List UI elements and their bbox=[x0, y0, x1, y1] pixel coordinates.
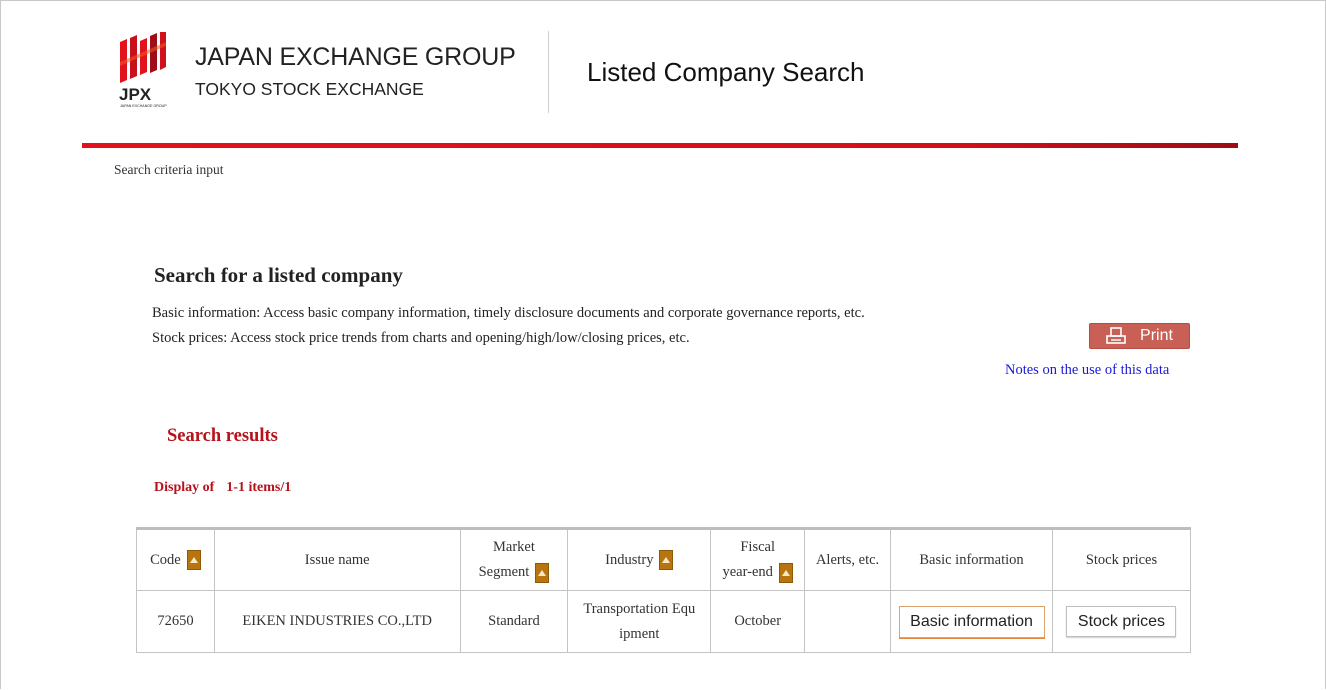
group-name: JAPAN EXCHANGE GROUP bbox=[195, 43, 516, 71]
cell-fiscal-year-end: October bbox=[710, 590, 806, 653]
col-header-fiscal-year-end: Fiscal year-end bbox=[710, 528, 806, 591]
stock-prices-description: Stock prices: Access stock price trends … bbox=[152, 330, 690, 346]
sort-code-icon[interactable] bbox=[186, 550, 201, 571]
notes-link[interactable]: Notes on the use of this data bbox=[1005, 362, 1169, 379]
cell-industry: Transportation Equ ipment bbox=[567, 590, 712, 653]
col-header-issue-name: Issue name bbox=[213, 528, 461, 591]
page-title: Listed Company Search bbox=[587, 57, 865, 87]
col-header-stock-prices: Stock prices bbox=[1051, 528, 1192, 591]
printer-icon bbox=[1106, 327, 1126, 344]
table-header-row: Code Issue name Market Segment Industry F… bbox=[136, 528, 1192, 591]
cell-stock-prices: Stock prices bbox=[1051, 590, 1192, 653]
svg-text:JAPAN EXCHANGE GROUP: JAPAN EXCHANGE GROUP bbox=[120, 104, 167, 108]
results-title: Search results bbox=[167, 426, 278, 446]
col-header-industry: Industry bbox=[567, 528, 712, 591]
display-count-label: Display of bbox=[154, 480, 215, 495]
exchange-name: TOKYO STOCK EXCHANGE bbox=[195, 79, 424, 99]
header-red-rule bbox=[82, 143, 1238, 148]
print-button[interactable]: Print bbox=[1089, 323, 1190, 349]
cell-market-segment: Standard bbox=[459, 590, 569, 653]
header-divider bbox=[548, 31, 549, 113]
jpx-logo[interactable]: JPX JAPAN EXCHANGE GROUP bbox=[117, 32, 169, 114]
cell-alerts bbox=[804, 590, 892, 653]
sort-fiscal-year-end-icon[interactable] bbox=[778, 562, 793, 583]
basic-info-description: Basic information: Access basic company … bbox=[152, 305, 865, 321]
basic-information-button[interactable]: Basic information bbox=[898, 605, 1045, 638]
stock-prices-button[interactable]: Stock prices bbox=[1066, 606, 1177, 637]
sort-market-segment-icon[interactable] bbox=[535, 562, 550, 583]
display-count-range: 1-1 items/1 bbox=[226, 480, 292, 495]
cell-code: 72650 bbox=[136, 590, 215, 653]
col-header-market-segment: Market Segment bbox=[459, 528, 569, 591]
cell-issue-name: EIKEN INDUSTRIES CO.,LTD bbox=[213, 590, 461, 653]
col-header-alerts: Alerts, etc. bbox=[804, 528, 892, 591]
col-header-basic-info: Basic information bbox=[890, 528, 1053, 591]
display-count: Display of 1-1 items/1 bbox=[154, 480, 291, 496]
results-table: Code Issue name Market Segment Industry F… bbox=[136, 527, 1192, 653]
col-header-code: Code bbox=[136, 528, 215, 591]
section-title: Search for a listed company bbox=[154, 263, 403, 287]
cell-basic-info: Basic information bbox=[890, 590, 1053, 653]
svg-text:JPX: JPX bbox=[119, 85, 152, 104]
print-button-label: Print bbox=[1140, 327, 1173, 344]
table-row: 72650 EIKEN INDUSTRIES CO.,LTD Standard … bbox=[136, 590, 1192, 653]
sort-industry-icon[interactable] bbox=[659, 550, 674, 571]
breadcrumb[interactable]: Search criteria input bbox=[114, 162, 223, 178]
